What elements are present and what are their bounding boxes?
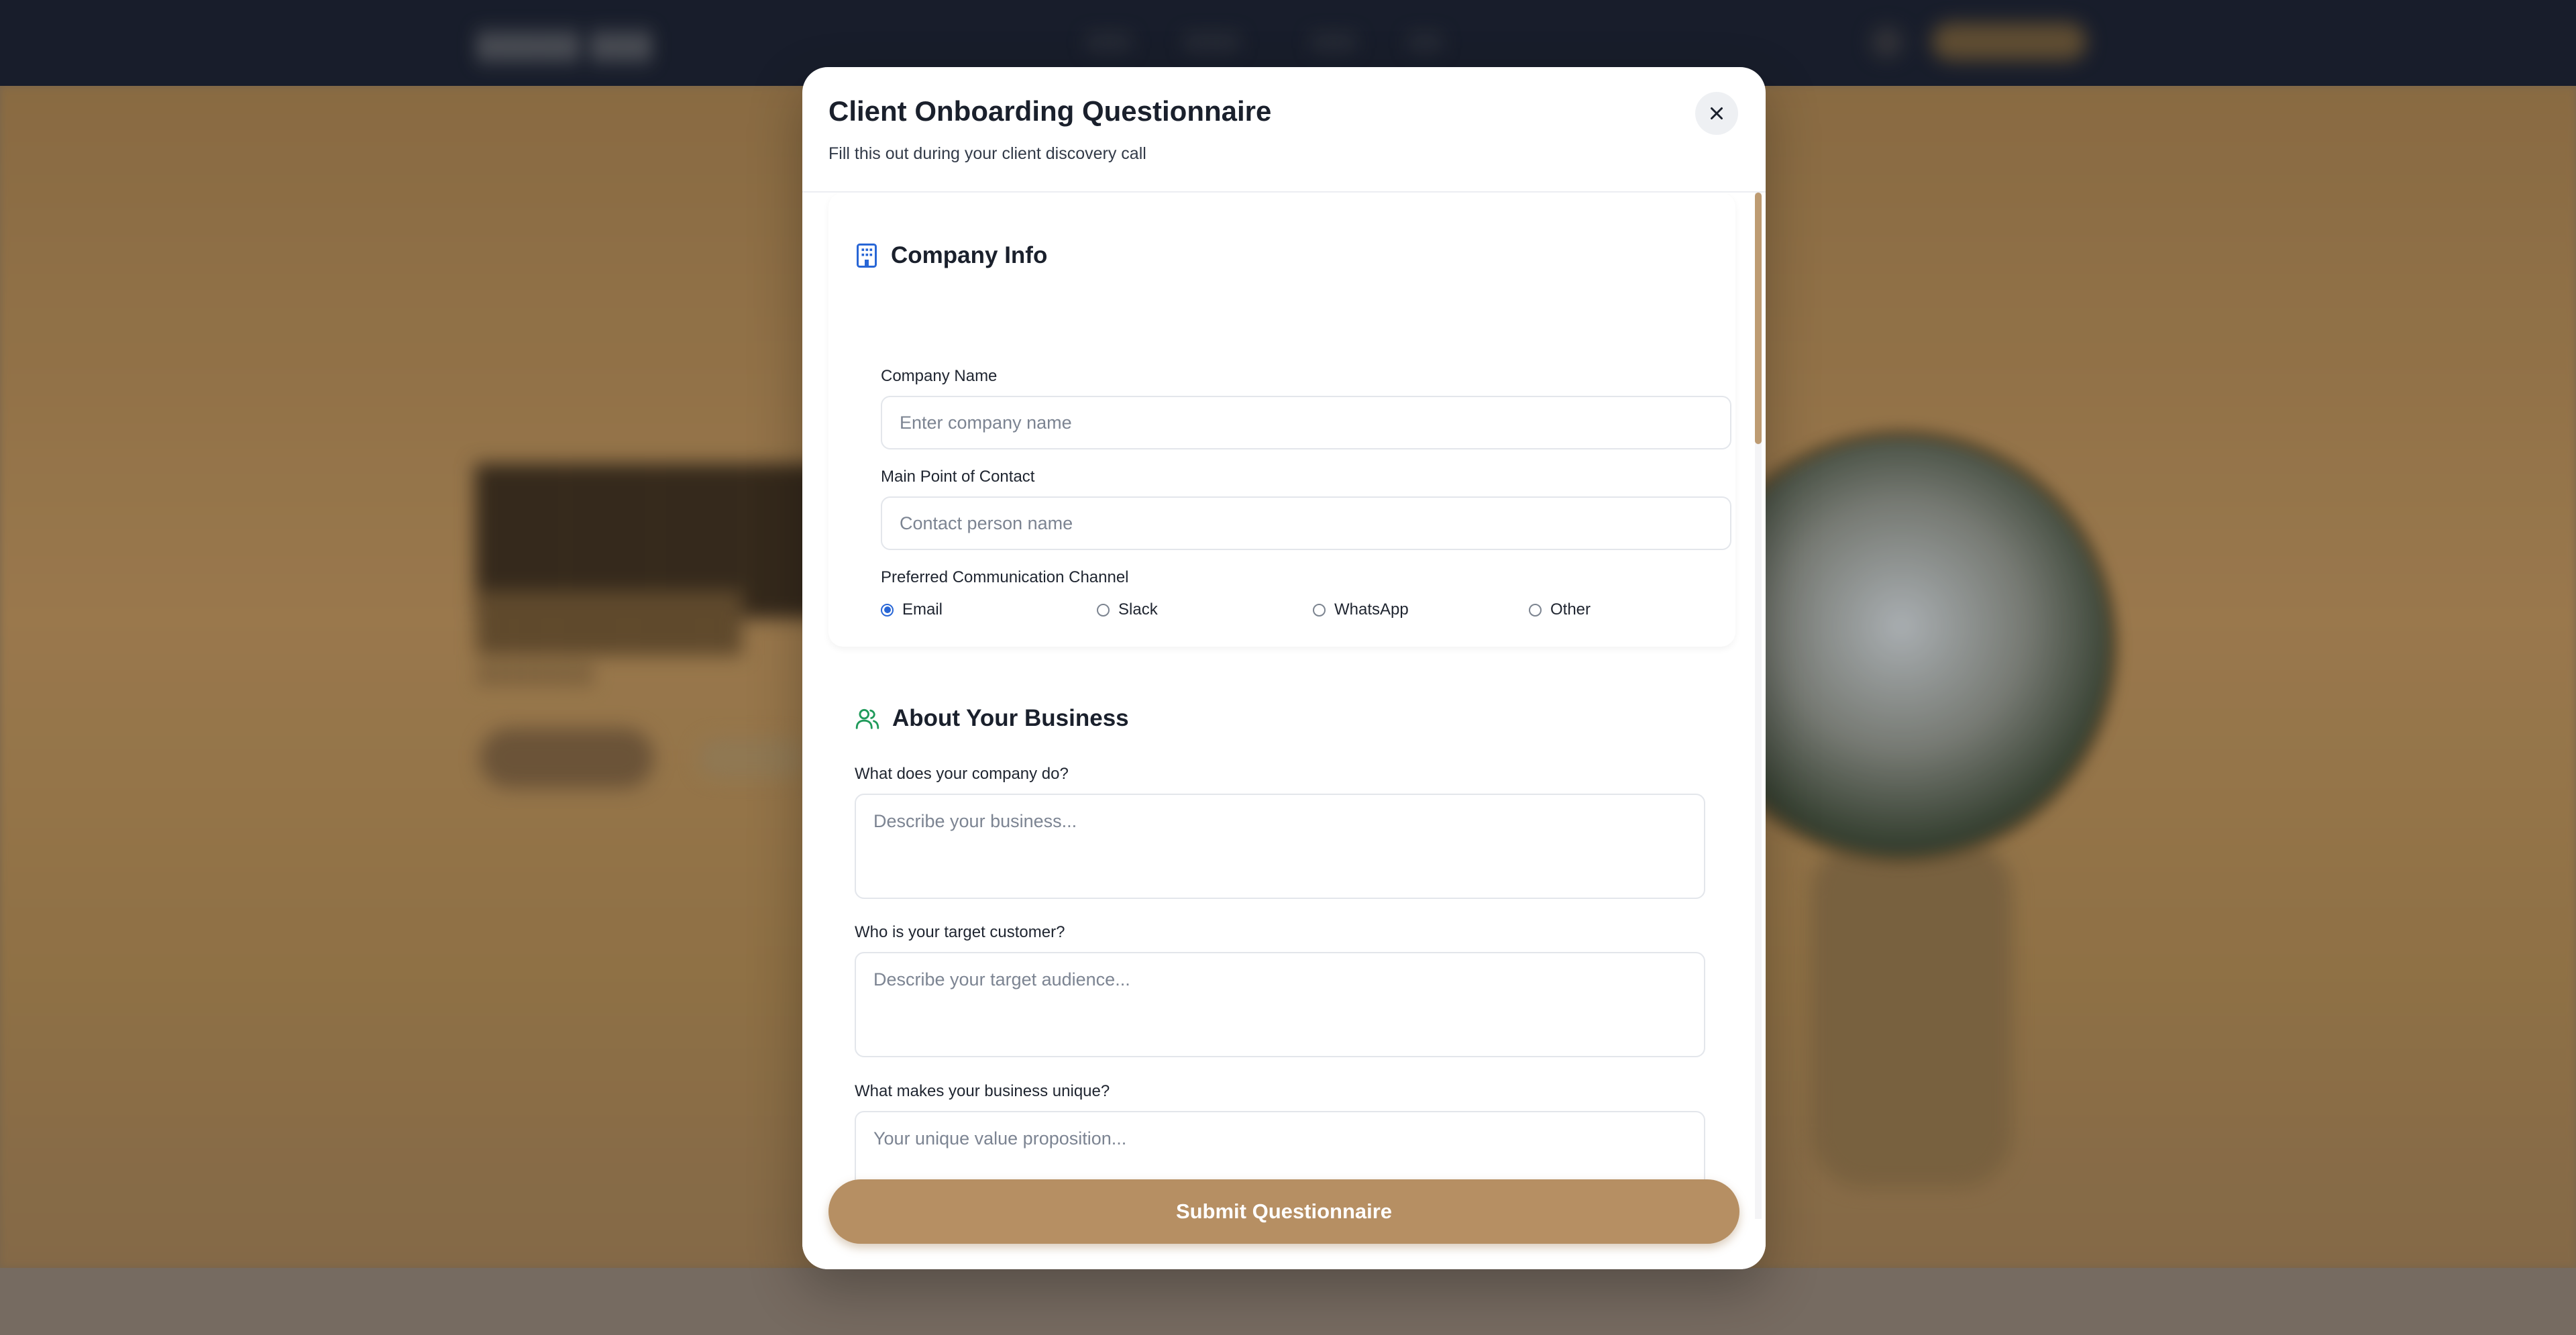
modal-scrollbar-thumb[interactable] [1755, 193, 1762, 444]
target-customer-textarea[interactable] [855, 952, 1705, 1057]
company-info-title: Company Info [891, 242, 1048, 268]
company-info-card: Company Info Company Name Main Point of … [828, 193, 1735, 647]
close-button[interactable] [1695, 92, 1738, 135]
submit-button[interactable]: Submit Questionnaire [828, 1179, 1739, 1244]
company-do-label: What does your company do? [855, 765, 1069, 783]
modal-header: Client Onboarding Questionnaire Fill thi… [802, 67, 1766, 193]
about-business-header: About Your Business [855, 705, 1129, 732]
channel-radio-group: Email Slack WhatsApp Other [881, 600, 1731, 627]
radio-circle[interactable] [881, 603, 894, 617]
contact-label: Main Point of Contact [881, 468, 1035, 486]
onboarding-modal: Client Onboarding Questionnaire Fill thi… [802, 67, 1766, 1269]
contact-name-input[interactable] [881, 496, 1731, 550]
modal-title: Client Onboarding Questionnaire [828, 95, 1272, 127]
modal-scroll-body[interactable]: Company Info Company Name Main Point of … [802, 193, 1766, 1219]
channel-label: Preferred Communication Channel [881, 568, 1129, 586]
company-info-header: Company Info [855, 242, 1047, 269]
radio-email[interactable]: Email [881, 600, 943, 619]
radio-label-email: Email [902, 600, 943, 619]
radio-slack[interactable]: Slack [1097, 600, 1158, 619]
modal-subtitle: Fill this out during your client discove… [828, 144, 1146, 163]
close-icon [1711, 107, 1723, 119]
radio-other[interactable]: Other [1529, 600, 1591, 619]
radio-circle[interactable] [1313, 603, 1326, 617]
company-name-label: Company Name [881, 367, 998, 385]
building-icon [857, 244, 877, 268]
company-name-input[interactable] [881, 396, 1731, 449]
radio-whatsapp[interactable]: WhatsApp [1313, 600, 1409, 619]
unique-label: What makes your business unique? [855, 1082, 1110, 1100]
radio-label-other: Other [1550, 600, 1591, 619]
about-business-title: About Your Business [892, 705, 1129, 731]
radio-label-whatsapp: WhatsApp [1334, 600, 1409, 619]
radio-circle[interactable] [1529, 603, 1542, 617]
users-icon [855, 708, 879, 729]
radio-circle[interactable] [1097, 603, 1110, 617]
target-customer-label: Who is your target customer? [855, 923, 1065, 941]
company-do-textarea[interactable] [855, 794, 1705, 899]
radio-label-slack: Slack [1118, 600, 1158, 619]
